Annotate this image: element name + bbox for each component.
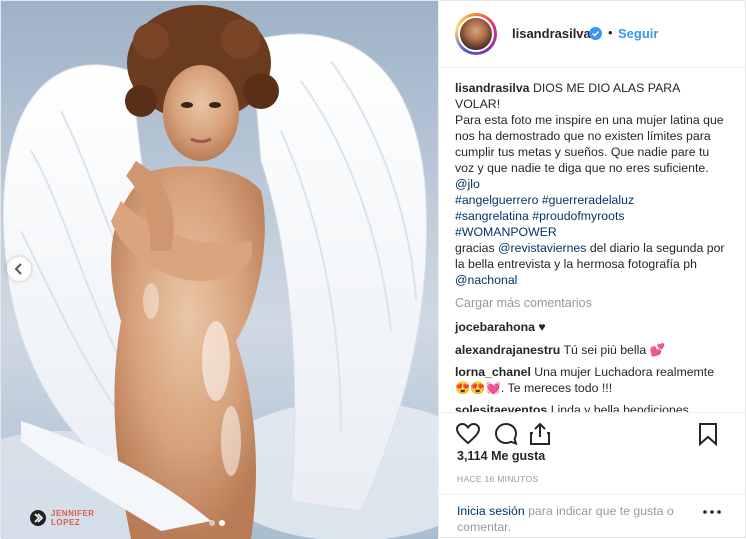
watermark-logo-icon — [29, 509, 47, 527]
share-icon[interactable] — [527, 421, 553, 447]
load-more-comments-button[interactable]: Cargar más comentarios — [455, 296, 592, 310]
post-caption: lisandrasilva DIOS ME DIO ALAS PARA VOLA… — [455, 80, 725, 288]
comment-item: lorna_chanel Una mujer Luchadora realmem… — [455, 364, 715, 396]
comment-item: alexandrajanestru Tú sei più bella 💕 — [455, 342, 715, 358]
photo-watermark: JENNIFER LOPEZ — [51, 509, 95, 527]
caption-body: Para esta foto me inspire en una mujer l… — [455, 113, 724, 175]
post-photo[interactable]: JENNIFER LOPEZ — [1, 1, 438, 539]
comment-item: solesitaeventos Linda y bella bendicione… — [455, 402, 715, 412]
mention-link[interactable]: @jlo — [455, 177, 480, 191]
hashtag-link[interactable]: #angelguerrero #guerreradelaluz — [455, 193, 634, 207]
instagram-post: JENNIFER LOPEZ lisandrasilva • Seguir li… — [0, 0, 746, 539]
login-prompt: Inicia sesión para indicar que te gusta … — [439, 494, 746, 539]
mention-link[interactable]: @revistaviernes — [498, 241, 586, 255]
comment-text: ♥ — [538, 320, 546, 334]
avatar[interactable] — [455, 13, 497, 55]
comment-icon[interactable] — [493, 421, 519, 447]
comment-username[interactable]: solesitaeventos — [455, 403, 547, 412]
caption-username[interactable]: lisandrasilva — [455, 81, 530, 95]
comments-section[interactable]: lisandrasilva DIOS ME DIO ALAS PARA VOLA… — [439, 68, 746, 412]
hashtag-link[interactable]: #WOMANPOWER — [455, 225, 557, 239]
comment-username[interactable]: jocebarahona — [455, 320, 535, 334]
hashtag-link[interactable]: #sangrelatina #proudofmyroots — [455, 209, 625, 223]
carousel-dot-active[interactable] — [219, 520, 225, 526]
separator-dot: • — [608, 25, 613, 40]
caption-text: gracias — [455, 241, 495, 255]
post-timestamp[interactable]: HACE 16 MINUTOS — [457, 474, 538, 484]
angel-illustration — [1, 5, 438, 539]
post-header: lisandrasilva • Seguir — [439, 1, 746, 68]
comment-text: Linda y bella bendiciones — [550, 403, 689, 412]
header-username[interactable]: lisandrasilva — [512, 26, 591, 41]
avatar-image — [458, 16, 494, 52]
carousel-dot[interactable] — [209, 520, 215, 526]
comment-username[interactable]: alexandrajanestru — [455, 343, 560, 357]
post-sidebar: lisandrasilva • Seguir lisandrasilva DIO… — [438, 1, 746, 539]
login-text: Inicia sesión para indicar que te gusta … — [457, 503, 697, 535]
more-options-icon[interactable] — [701, 507, 723, 517]
login-link[interactable]: Inicia sesión — [457, 504, 525, 518]
caption-text: del diario la segunda por la bella entre… — [455, 241, 725, 271]
likes-count[interactable]: 3,114 Me gusta — [457, 449, 545, 463]
comment-username[interactable]: lorna_chanel — [455, 365, 531, 379]
follow-button[interactable]: Seguir — [618, 26, 658, 41]
chevron-left-icon — [14, 263, 22, 275]
heart-icon[interactable] — [455, 421, 481, 447]
post-actions — [439, 412, 746, 452]
comment-text: Tú sei più bella 💕 — [563, 343, 665, 357]
carousel-prev-button[interactable] — [7, 257, 31, 281]
carousel-indicator — [207, 519, 231, 527]
comment-item: jocebarahona ♥ — [455, 319, 715, 335]
bookmark-icon[interactable] — [695, 421, 721, 447]
verified-badge-icon — [589, 27, 602, 40]
mention-link[interactable]: @nachonal — [455, 273, 517, 287]
